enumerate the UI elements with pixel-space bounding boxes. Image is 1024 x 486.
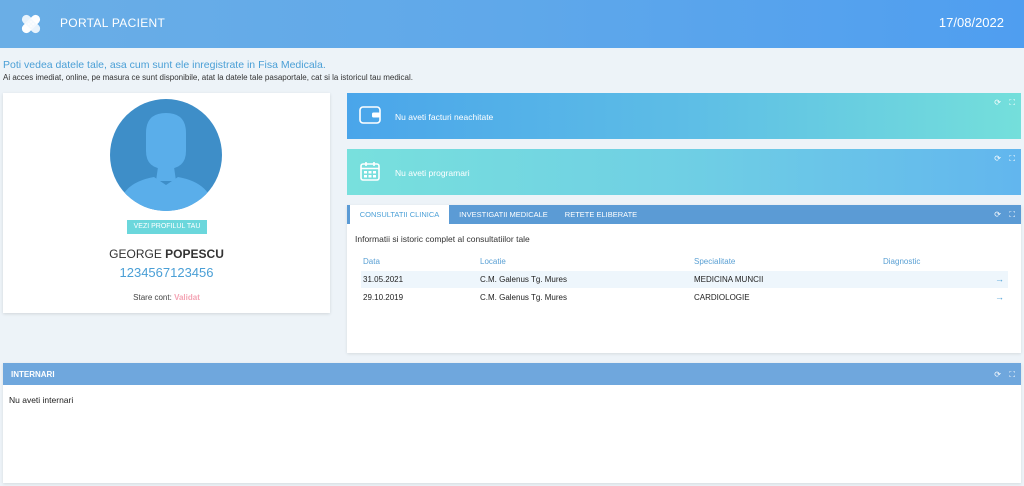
table-row[interactable]: 29.10.2019 C.M. Galenus Tg. Mures CARDIO…: [361, 289, 1008, 306]
refresh-icon[interactable]: ⟳: [994, 371, 1001, 379]
refresh-icon[interactable]: ⟳: [994, 155, 1001, 163]
app-title: PORTAL PACIENT: [60, 16, 166, 30]
wallet-icon: [359, 106, 381, 124]
top-bar: PORTAL PACIENT 17/08/2022: [0, 0, 1024, 48]
tab-investigations[interactable]: INVESTIGATII MEDICALE: [450, 205, 557, 224]
cell-specialty: MEDICINA MUNCII: [694, 275, 764, 284]
patient-first-name: GEORGE: [109, 247, 162, 261]
cell-location: C.M. Galenus Tg. Mures: [480, 293, 567, 302]
patient-name: GEORGE POPESCU: [3, 247, 330, 261]
profile-card: VEZI PROFILUL TAU GEORGE POPESCU 1234567…: [3, 93, 330, 313]
refresh-icon[interactable]: ⟳: [994, 99, 1001, 107]
table-row[interactable]: 31.05.2021 C.M. Galenus Tg. Mures MEDICI…: [361, 271, 1008, 288]
refresh-icon[interactable]: ⟳: [994, 211, 1001, 219]
account-status: Stare cont: Validat: [3, 293, 330, 302]
cell-date: 31.05.2021: [363, 275, 404, 284]
column-header-location: Locatie: [480, 257, 506, 266]
consultations-tabs: CONSULTATII CLINICA INVESTIGATII MEDICAL…: [347, 205, 1021, 224]
consultations-intro: Informatii si istoric complet al consult…: [355, 234, 530, 244]
patient-id: 1234567123456: [119, 265, 214, 280]
bandage-icon[interactable]: [18, 11, 44, 37]
admissions-panel: INTERNARI ⟳ ⛶ Nu aveti internari: [3, 363, 1021, 483]
appointments-text: Nu aveti programari: [395, 168, 470, 178]
expand-icon[interactable]: ⛶: [1009, 155, 1015, 163]
account-status-value: Validat: [174, 293, 200, 302]
column-header-specialty: Specialitate: [694, 257, 736, 266]
cell-location: C.M. Galenus Tg. Mures: [480, 275, 567, 284]
expand-icon[interactable]: ⛶: [1009, 211, 1015, 219]
account-status-label: Stare cont:: [133, 293, 172, 302]
admissions-title: INTERNARI: [11, 370, 55, 379]
invoices-widget[interactable]: Nu aveti facturi neachitate ⟳ ⛶: [347, 93, 1021, 139]
arrow-right-icon[interactable]: →: [995, 292, 1004, 302]
tab-prescriptions[interactable]: RETETE ELIBERATE: [559, 205, 643, 224]
tab-consultations[interactable]: CONSULTATII CLINICA: [350, 205, 449, 224]
admissions-header: INTERNARI ⟳ ⛶: [3, 363, 1021, 385]
admissions-empty-text: Nu aveti internari: [9, 395, 74, 405]
cell-date: 29.10.2019: [363, 293, 404, 302]
intro-title: Poti vedea datele tale, asa cum sunt ele…: [3, 59, 326, 71]
current-date: 17/08/2022: [938, 15, 1004, 30]
intro-subtitle: Ai acces imediat, online, pe masura ce s…: [3, 73, 413, 82]
invoices-text: Nu aveti facturi neachitate: [395, 112, 494, 122]
avatar: [110, 99, 222, 211]
expand-icon[interactable]: ⛶: [1009, 371, 1015, 379]
column-header-date: Data: [363, 257, 380, 266]
consultations-panel: CONSULTATII CLINICA INVESTIGATII MEDICAL…: [347, 205, 1021, 353]
view-profile-button[interactable]: VEZI PROFILUL TAU: [127, 220, 207, 234]
cell-specialty: CARDIOLOGIE: [694, 293, 750, 302]
patient-last-name: POPESCU: [165, 247, 224, 261]
calendar-icon: [360, 162, 380, 181]
expand-icon[interactable]: ⛶: [1009, 99, 1015, 107]
column-header-diagnosis: Diagnostic: [883, 257, 921, 266]
arrow-right-icon[interactable]: →: [995, 274, 1004, 284]
appointments-widget[interactable]: Nu aveti programari ⟳ ⛶: [347, 149, 1021, 195]
